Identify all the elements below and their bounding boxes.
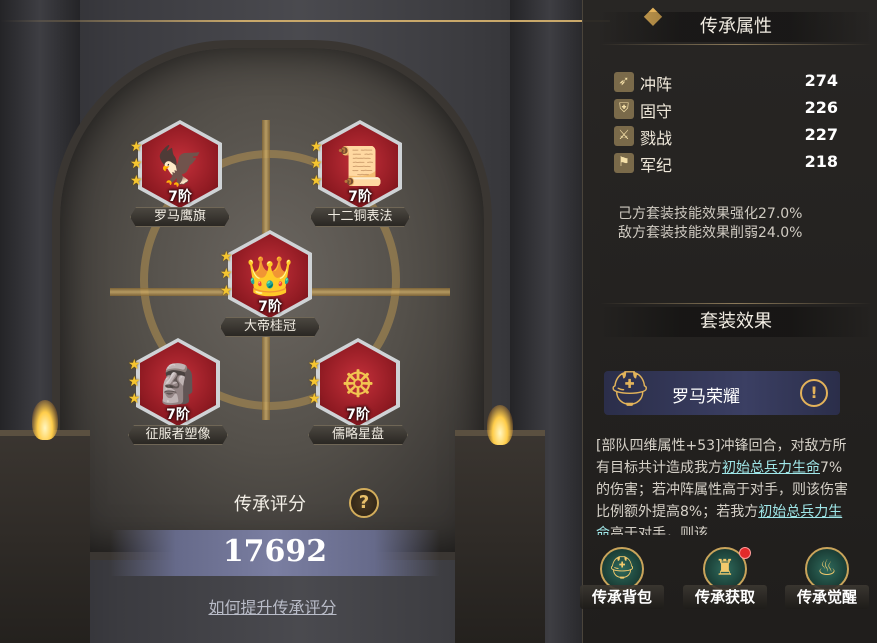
attr-row-defense: ⛨ 固守 226 (614, 97, 844, 121)
legacy-item-eagle[interactable]: 🦅 ★ ★ ★ 7阶 罗马鹰旗 (130, 120, 230, 230)
item-name: 征服者塑像 (128, 425, 228, 445)
attributes-title: 传承属性 (600, 12, 872, 42)
score-value: 17692 (222, 534, 328, 569)
item-stars: ★ ★ ★ (128, 358, 141, 406)
top-divider (0, 20, 610, 22)
attr-row-charge: ➶ 冲阵 274 (614, 70, 844, 94)
item-stars: ★ ★ ★ (220, 250, 233, 298)
banner-icon: ⚑ (614, 153, 634, 173)
legacy-item-tablets[interactable]: 📜 ★ ★ ★ 7阶 十二铜表法 (310, 120, 410, 230)
attr-value: 226 (804, 98, 838, 117)
legacy-item-crown[interactable]: 👑 ★ ★ ★ 7阶 大帝桂冠 (220, 230, 320, 340)
crossed-swords-icon: ⚔ (614, 126, 634, 146)
item-level: 7阶 (258, 299, 282, 315)
desc-text: 高于对手，则该 (610, 526, 708, 535)
shield-icon: ⛨ (614, 99, 634, 119)
notification-dot (739, 547, 751, 559)
item-name: 十二铜表法 (310, 207, 410, 227)
set-info-button[interactable]: ! (800, 379, 828, 407)
section-divider (600, 44, 872, 45)
item-name: 儒略星盘 (308, 425, 408, 445)
legacy-item-statue[interactable]: 🗿 ★ ★ ★ 7阶 征服者塑像 (128, 338, 228, 448)
attr-row-battle: ⚔ 戮战 227 (614, 124, 844, 148)
set-effect-title: 套装效果 (600, 307, 872, 337)
button-label: 传承背包 (580, 585, 664, 609)
section-divider (600, 303, 872, 304)
set-name: 罗马荣耀 (672, 387, 740, 407)
star-icon: ★ (310, 156, 323, 172)
item-level: 7阶 (348, 189, 372, 205)
star-icon: ★ (130, 156, 143, 172)
left-flame (32, 400, 58, 440)
attr-name: 冲阵 (640, 75, 673, 94)
effect-line: 己方套装技能效果强化27.0% (618, 206, 803, 222)
button-label: 传承获取 (683, 585, 767, 609)
star-icon: ★ (220, 266, 233, 282)
attr-name: 戮战 (640, 129, 673, 148)
helmet-icon: ⛑ (608, 369, 652, 409)
star-icon: ★ (128, 357, 141, 373)
charge-icon: ➶ (614, 72, 634, 92)
attr-value: 227 (804, 125, 838, 144)
right-flame (487, 405, 513, 445)
desc-link[interactable]: 初始总兵力生命 (722, 460, 820, 476)
score-title: 传承评分 (234, 494, 306, 515)
legacy-awaken-button[interactable]: ♨ 传承觉醒 (785, 547, 869, 617)
legacy-acquire-button[interactable]: ♜ 传承获取 (683, 547, 767, 617)
star-icon: ★ (308, 374, 321, 390)
item-level: 7阶 (168, 189, 192, 205)
star-icon: ★ (130, 139, 143, 155)
star-icon: ★ (310, 139, 323, 155)
item-stars: ★ ★ ★ (130, 140, 143, 188)
legacy-bag-button[interactable]: ⛑ 传承背包 (580, 547, 664, 617)
attr-value: 274 (804, 71, 838, 90)
item-level: 7阶 (346, 407, 370, 423)
improve-score-link[interactable]: 如何提升传承评分 (0, 594, 545, 618)
item-level: 7阶 (166, 407, 190, 423)
item-name: 大帝桂冠 (220, 317, 320, 337)
attr-row-discipline: ⚑ 军纪 218 (614, 151, 844, 175)
star-icon: ★ (128, 374, 141, 390)
star-icon: ★ (220, 249, 233, 265)
item-name: 罗马鹰旗 (130, 207, 230, 227)
legacy-item-astrolabe[interactable]: ☸ ★ ★ ★ 7阶 儒略星盘 (308, 338, 408, 448)
effect-line: 敌方套装技能效果削弱24.0% (618, 225, 803, 241)
item-stars: ★ ★ ★ (310, 140, 323, 188)
help-button[interactable]: ? (349, 488, 379, 518)
attr-name: 固守 (640, 102, 673, 121)
button-label: 传承觉醒 (785, 585, 869, 609)
item-stars: ★ ★ ★ (308, 358, 321, 406)
attr-value: 218 (804, 152, 838, 171)
attr-name: 军纪 (640, 156, 673, 175)
star-icon: ★ (308, 357, 321, 373)
set-description: [部队四维属性+53]冲锋回合，对敌方所有目标共计造成我方初始总兵力生命7%的伤… (596, 435, 854, 535)
